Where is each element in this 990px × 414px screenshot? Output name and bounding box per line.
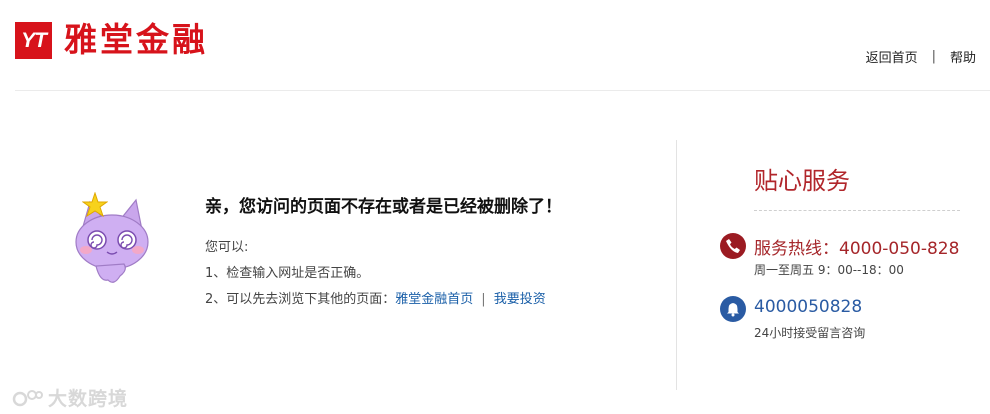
help-link[interactable]: 帮助 [950, 47, 976, 66]
service-hours: 周一至周五 9：00--18：00 [754, 263, 904, 277]
top-nav: 返回首页 | 帮助 [866, 47, 976, 66]
watermark-logo-icon [12, 389, 43, 406]
phone-icon [720, 233, 746, 259]
nav-separator: | [931, 49, 936, 64]
service-hotline: 服务热线：4000-050-828 [754, 239, 960, 259]
vertical-divider [676, 140, 677, 390]
logo-mark: YT [15, 21, 52, 59]
error-title: 亲，您访问的页面不存在或者是已经被删除了！ [205, 197, 562, 217]
suggestion-2: 2、可以先去浏览下其他的页面：雅堂金融首页 | 我要投资 [205, 288, 546, 307]
bell-icon [720, 296, 746, 322]
service-message: 24小时接受留言咨询 [754, 326, 866, 340]
link-separator: | [481, 292, 486, 307]
logo[interactable]: YT 雅堂金融 [15, 20, 208, 60]
watermark: 大数跨境 [12, 384, 128, 411]
invest-link[interactable]: 我要投资 [494, 292, 546, 307]
header-divider [15, 90, 990, 91]
yatang-home-link[interactable]: 雅堂金融首页 [395, 292, 473, 307]
service-number: 4000050828 [754, 297, 863, 317]
cat-mascot-icon [62, 190, 162, 290]
service-title: 贴心服务 [754, 167, 850, 195]
suggestion-intro: 您可以: [205, 240, 249, 255]
home-link[interactable]: 返回首页 [866, 47, 918, 66]
logo-text: 雅堂金融 [64, 20, 208, 59]
header: YT 雅堂金融 返回首页 | 帮助 [0, 0, 990, 91]
star-icon [82, 192, 108, 218]
watermark-text: 大数跨境 [48, 388, 129, 410]
service-divider [754, 210, 960, 211]
suggestion-2-text: 2、可以先去浏览下其他的页面： [205, 292, 396, 307]
suggestion-1: 1、检查输入网址是否正确。 [205, 266, 370, 281]
